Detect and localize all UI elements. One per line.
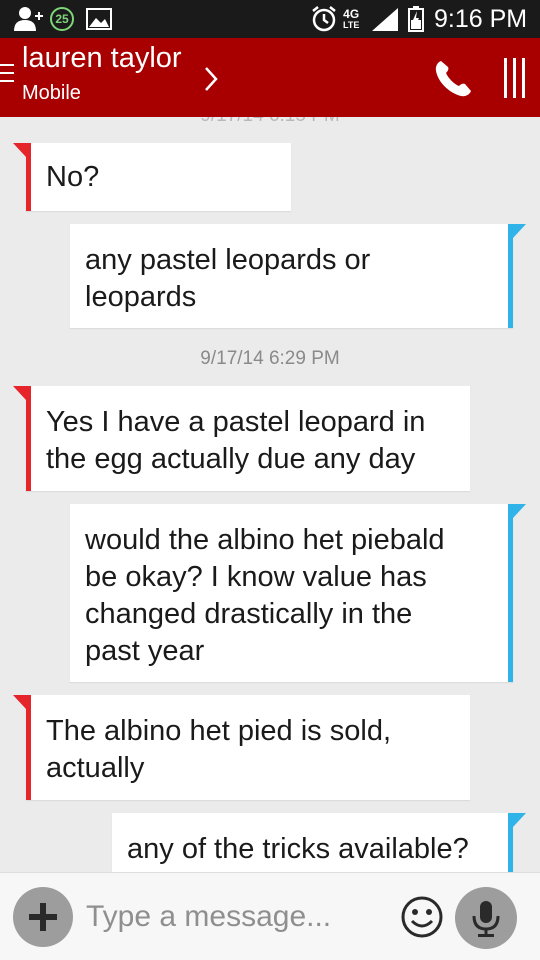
timestamp: 9/17/14 6:15 PM — [0, 117, 540, 127]
conversation-header: lauren taylor Mobile — [0, 38, 540, 117]
incoming-message[interactable]: No? — [13, 143, 291, 211]
message-text: The albino het pied is sold, actually — [46, 715, 391, 784]
message-input[interactable] — [86, 891, 386, 943]
message-text: any of the tricks available? — [127, 833, 469, 865]
chevron-right-icon[interactable] — [199, 64, 223, 94]
mic-icon — [472, 901, 500, 937]
outgoing-message[interactable]: would the albino het piebald be okay? I … — [70, 504, 526, 682]
alarm-icon — [310, 0, 338, 38]
phone-icon[interactable] — [432, 58, 474, 100]
drawer-icon[interactable] — [0, 64, 14, 88]
smiley-icon[interactable] — [400, 895, 444, 939]
network-icon: 4G LTE — [343, 7, 360, 30]
incoming-message[interactable]: The albino het pied is sold, actually — [13, 695, 470, 800]
attach-button[interactable] — [13, 887, 73, 947]
image-icon — [86, 0, 112, 38]
composer-bar — [0, 872, 540, 960]
timestamp: 9/17/14 6:29 PM — [200, 348, 340, 369]
signal-icon — [370, 0, 400, 38]
outgoing-message[interactable]: any of the tricks available? — [112, 813, 526, 872]
message-text: Yes I have a pastel leopard in the egg a… — [46, 406, 426, 475]
status-bar: 25 4G LTE 9:16 PM — [0, 0, 540, 38]
contact-name[interactable]: lauren taylor — [22, 42, 182, 75]
battery-icon — [408, 0, 424, 38]
incoming-message[interactable]: Yes I have a pastel leopard in the egg a… — [13, 386, 470, 491]
outgoing-message[interactable]: any pastel leopards or leopards — [70, 224, 526, 328]
mic-button[interactable] — [455, 887, 517, 949]
message-list[interactable]: 9/17/14 6:15 PM No? any pastel leopards … — [0, 117, 540, 872]
menu-icon[interactable] — [502, 56, 528, 100]
message-text: would the albino het piebald be okay? I … — [85, 524, 445, 667]
add-contact-icon — [14, 0, 44, 38]
notification-badge: 25 — [50, 0, 74, 38]
message-text: any pastel leopards or leopards — [85, 244, 371, 313]
contact-type: Mobile — [22, 82, 81, 104]
clock: 9:16 PM — [434, 4, 528, 33]
message-text: No? — [46, 161, 100, 193]
